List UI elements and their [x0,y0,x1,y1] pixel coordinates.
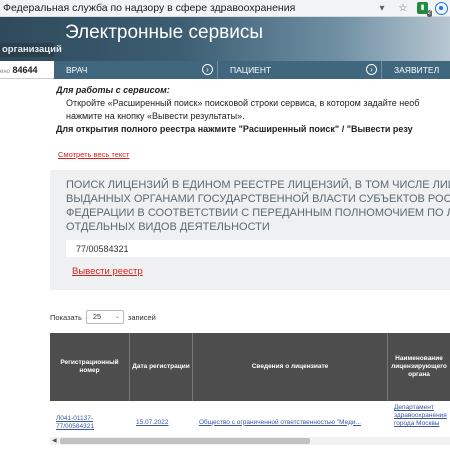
entries-suffix: записей [127,312,156,322]
scroll-left-icon[interactable]: ◀ [52,437,57,444]
instructions-step: Откройте «Расширенный поиск» поисковой с… [66,98,420,108]
nav-item-doctor[interactable]: ВРАЧ › [54,61,218,79]
nav-item-label: ПАЦИЕНТ [230,65,272,75]
entries-per-page: Показать 25 ⌄ записей [50,310,156,324]
instructions-heading: Для работы с сервисом: [56,85,170,95]
table-header: Регистрационный номер Дата регистрации С… [50,333,450,401]
search-heading-line: ВЫДАННЫХ ОРГАНАМИ ГОСУДАРСТВЕННОЙ ВЛАСТИ… [66,193,450,205]
show-all-text-link[interactable]: Смотреть весь текст [58,150,129,159]
page-title: Электронные сервисы [65,22,264,43]
column-header[interactable]: Сведения о лицензиате [193,333,388,401]
organizations-tab[interactable]: организаций [0,43,62,57]
chevron-right-icon: › [366,64,377,75]
entries-value: 25 [92,312,102,321]
search-heading-line: ФЕДЕРАЦИИ В СООТВЕТСТВИИ С ПЕРЕДАННЫМ ПО… [66,207,450,219]
instructions-full-registry: Для открытия полного реестра нажмите "Ра… [56,124,413,134]
column-header[interactable]: Наименование лицензирующего органа [388,333,450,401]
license-search-panel: ПОИСК ЛИЦЕНЗИЙ В ЕДИНОМ РЕЕСТРЕ ЛИЦЕНЗИЙ… [50,170,450,290]
search-heading-line: ОТДЕЛЬНЫХ ВИДОВ ДЕЯТЕЛЬНОСТИ [66,221,270,233]
nav-item-patient[interactable]: ПАЦИЕНТ › [218,61,382,79]
nav-item-label: ВРАЧ [66,65,88,75]
column-header[interactable]: Регистрационный номер [50,333,130,401]
star-icon[interactable]: ☆ [396,1,410,15]
eye-icon[interactable] [435,1,448,15]
service-instructions: Для работы с сервисом: Откройте «Расшире… [56,84,450,136]
instructions-step: нажмите на кнопку «Вывести результаты». [66,111,245,121]
entries-select[interactable]: 25 ⌄ [85,310,124,324]
dropdown-arrow-icon[interactable]: ▾ [375,1,389,15]
nav-item-label: ЗАЯВИТЕЛ [394,65,440,75]
main-nav: ВРАЧ › ПАЦИЕНТ › ЗАЯВИТЕЛ [54,61,450,79]
search-heading: ПОИСК ЛИЦЕНЗИЙ В ЕДИНОМ РЕЕСТРЕ ЛИЦЕНЗИЙ… [66,178,450,234]
extension-icon[interactable]: ▮ 2 [417,2,432,17]
browser-tab-bar: Федеральная служба по надзору в сфере зд… [0,0,450,17]
search-input[interactable] [66,240,450,257]
extension-badge: 2 [426,10,432,17]
site-header: организаций Электронные сервисы [0,17,450,61]
export-registry-link[interactable]: Вывести реестр [72,266,143,277]
search-heading-line: ПОИСК ЛИЦЕНЗИЙ В ЕДИНОМ РЕЕСТРЕ ЛИЦЕНЗИЙ… [66,179,450,191]
left-counter: ено 84644 [0,61,54,79]
entries-prefix: Показать [50,312,82,322]
browser-page-title: Федеральная служба по надзору в сфере зд… [3,2,296,14]
counter-value: 84644 [12,65,38,75]
browser-toolbar-icons: ▾ ☆ ▮ 2 [375,1,448,17]
counter-label: ено [0,69,10,75]
chevron-right-icon: › [202,64,213,75]
scrollbar-thumb[interactable] [60,438,310,444]
horizontal-scrollbar[interactable]: ◀ [50,437,450,445]
chevron-down-icon: ⌄ [114,314,120,320]
results-table: Регистрационный номер Дата регистрации С… [50,333,450,445]
column-header[interactable]: Дата регистрации [130,333,193,401]
licensee-text: Общество с ограниченной ответственностью… [199,418,361,426]
nav-item-applicant[interactable]: ЗАЯВИТЕЛ [382,61,450,79]
